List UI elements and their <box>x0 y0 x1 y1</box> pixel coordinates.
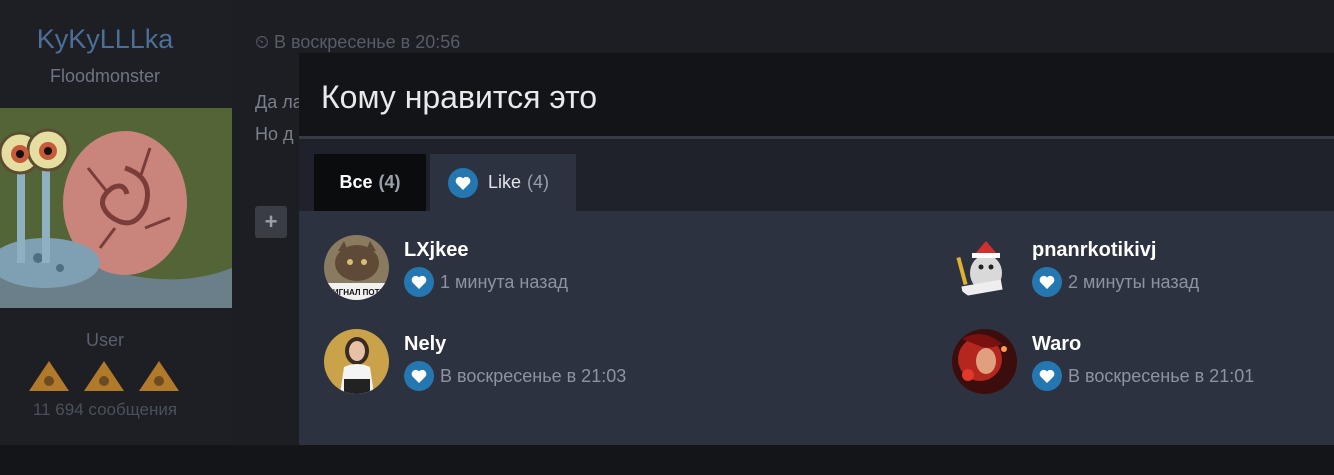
post-username[interactable]: KyKyLLLka <box>0 24 210 55</box>
avatar-caption: СИГНАЛ ПОТЕ <box>327 288 385 297</box>
heart-icon <box>404 361 434 391</box>
plus-button[interactable]: + <box>255 206 287 238</box>
heart-icon <box>1032 361 1062 391</box>
reactions-dialog: Кому нравится это Все (4) Like (4) СИГНА… <box>299 53 1334 445</box>
reaction-time: 1 минута назад <box>440 271 568 292</box>
reaction-tabs: Все (4) Like (4) <box>299 139 1334 211</box>
tab-all[interactable]: Все (4) <box>314 154 426 211</box>
avatar[interactable]: СИГНАЛ ПОТЕ <box>324 235 389 300</box>
heart-icon <box>1032 267 1062 297</box>
avatar[interactable] <box>952 329 1017 394</box>
post-user-avatar[interactable] <box>0 108 232 308</box>
reaction-time: В воскресенье в 21:01 <box>1068 365 1255 386</box>
list-item: Nely В воскресенье в 21:03 <box>299 305 719 394</box>
post-date-label: В воскресенье в 20:56 <box>274 32 461 52</box>
reaction-meta: 2 минуты назад <box>1032 267 1199 297</box>
heart-icon <box>448 167 478 198</box>
post-user-role: User <box>85 330 124 350</box>
tab-like-count: (4) <box>527 172 550 192</box>
reaction-time: 2 минуты назад <box>1068 271 1200 292</box>
background-footer <box>0 445 1334 475</box>
reaction-meta: В воскресенье в 21:03 <box>404 361 626 391</box>
reaction-time: В воскресенье в 21:03 <box>440 365 627 386</box>
reaction-username[interactable]: pnanrkotikivj <box>1032 239 1156 262</box>
heart-icon <box>404 267 434 297</box>
list-item: Waro В воскресенье в 21:01 <box>927 305 1334 394</box>
post-text-line: Да ла <box>255 92 303 112</box>
post-text-line: Но д <box>255 124 294 144</box>
tab-all-label: Все <box>339 172 373 192</box>
list-item: СИГНАЛ ПОТЕ LXjkee 1 минута назад <box>299 211 719 300</box>
clock-icon: ⏲ <box>255 32 275 52</box>
avatar[interactable] <box>324 329 389 394</box>
post-user-badges <box>24 356 194 396</box>
avatar[interactable] <box>952 235 1017 300</box>
reaction-meta: В воскресенье в 21:01 <box>1032 361 1254 391</box>
tab-all-count: (4) <box>378 172 401 192</box>
reaction-username[interactable]: Waro <box>1032 333 1081 356</box>
post-user-column: KyKyLLLka Floodmonster User 11 694 сообщ… <box>0 0 232 445</box>
post-user-title: Floodmonster <box>49 66 161 86</box>
reaction-username[interactable]: Nely <box>404 333 446 356</box>
reaction-list: СИГНАЛ ПОТЕ LXjkee 1 минута назад pnanrk… <box>299 211 1334 445</box>
reaction-username[interactable]: LXjkee <box>404 239 468 262</box>
tab-like-label: Like <box>488 172 522 192</box>
list-item: pnanrkotikivj 2 минуты назад <box>927 211 1334 300</box>
post-user-message-count: 11 694 сообщения <box>32 400 178 419</box>
dialog-header: Кому нравится это <box>299 53 1334 139</box>
dialog-title: Кому нравится это <box>321 79 598 115</box>
post-date[interactable]: ⏲ В воскресенье в 20:56 <box>255 32 460 53</box>
tab-like[interactable]: Like (4) <box>430 154 576 211</box>
reaction-meta: 1 минута назад <box>404 267 568 297</box>
